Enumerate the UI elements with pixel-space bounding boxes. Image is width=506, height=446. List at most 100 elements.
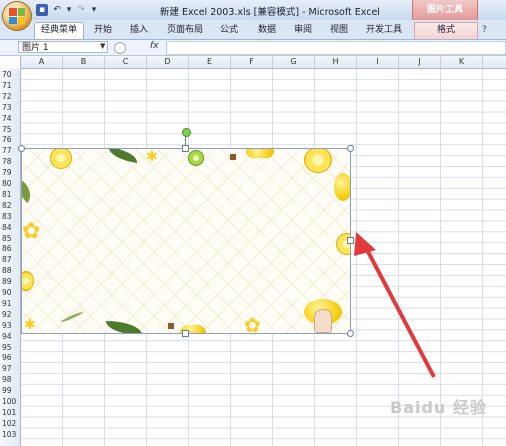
window-title: 新建 Excel 2003.xls [兼容模式] - Microsoft Exc… [160, 7, 380, 18]
tab-page-layout[interactable]: 页面布局 [162, 23, 208, 37]
picture-tools-header: 图片工具 [412, 0, 478, 20]
row-header-99[interactable]: 99 [0, 385, 20, 396]
undo-icon[interactable]: ↶ [51, 4, 63, 16]
row-header-89[interactable]: 89 [0, 276, 20, 287]
row-header-80[interactable]: 80 [0, 178, 20, 189]
lemon-slice-icon [50, 149, 72, 169]
row-header-93[interactable]: 93 [0, 320, 20, 331]
lemon-picture[interactable]: ✱ ✿ ✱ ✿ [21, 148, 351, 334]
insert-function-icon[interactable]: fx [150, 41, 159, 51]
row-header-90[interactable]: 90 [0, 287, 20, 298]
column-header-k[interactable]: K [441, 56, 483, 68]
name-box[interactable]: 图片 1 [18, 41, 108, 53]
row-header-72[interactable]: 72 [0, 91, 20, 102]
name-box-dropdown-icon[interactable]: ▼ [100, 42, 105, 50]
rotate-handle[interactable] [182, 128, 191, 137]
row-header-87[interactable]: 87 [0, 254, 20, 265]
customize-qat-icon[interactable]: ▾ [90, 4, 98, 16]
row-header-78[interactable]: 78 [0, 156, 20, 167]
arrow-head [354, 232, 376, 256]
row-header-94[interactable]: 94 [0, 331, 20, 342]
row-header-73[interactable]: 73 [0, 102, 20, 113]
resize-handle-top-left[interactable] [18, 145, 25, 152]
office-logo-icon [9, 8, 25, 24]
child-figure-icon [314, 309, 332, 333]
row-header-74[interactable]: 74 [0, 113, 20, 124]
row-header-95[interactable]: 95 [0, 342, 20, 353]
column-header-f[interactable]: F [231, 56, 273, 68]
row-header-102[interactable]: 102 [0, 418, 20, 429]
twig-icon [60, 309, 84, 325]
lemon-slice-icon [304, 149, 332, 173]
row-header-79[interactable]: 79 [0, 167, 20, 178]
row-header-101[interactable]: 101 [0, 407, 20, 418]
redo-icon[interactable]: ↷ [75, 4, 87, 16]
title-bar: ▪ ↶ ▾ ↷ ▾ 新建 Excel 2003.xls [兼容模式] - Mic… [0, 0, 506, 21]
tab-classic-menu[interactable]: 经典菜单 [34, 22, 84, 39]
resize-handle-top[interactable] [182, 145, 189, 152]
column-header-c[interactable]: C [105, 56, 147, 68]
tea-icon [168, 323, 174, 329]
resize-handle-bottom[interactable] [182, 330, 189, 337]
tea-icon [230, 154, 236, 160]
column-header-b[interactable]: B [63, 56, 105, 68]
column-header-e[interactable]: E [189, 56, 231, 68]
row-header-100[interactable]: 100 [0, 396, 20, 407]
column-header-i[interactable]: I [357, 56, 399, 68]
row-header-91[interactable]: 91 [0, 298, 20, 309]
row-header-column: 70 71 72 73 74 75 76 77 78 79 80 81 82 83 84 85 86 87 88 89… [0, 69, 21, 446]
formula-expand-icon[interactable] [114, 42, 126, 54]
arrow-shaft [362, 243, 436, 378]
column-header-a[interactable]: A [21, 56, 63, 68]
office-button[interactable] [3, 2, 31, 30]
row-header-76[interactable]: 76 [0, 134, 20, 145]
row-header-103[interactable]: 103 [0, 429, 20, 440]
row-header-96[interactable]: 96 [0, 352, 20, 363]
column-header-h[interactable]: H [315, 56, 357, 68]
save-icon[interactable]: ▪ [36, 4, 48, 16]
tab-formulas[interactable]: 公式 [214, 23, 244, 37]
row-header-97[interactable]: 97 [0, 363, 20, 374]
resize-handle-top-right[interactable] [347, 145, 354, 152]
row-header-82[interactable]: 82 [0, 200, 20, 211]
select-all-corner[interactable] [0, 56, 21, 68]
help-icon[interactable]: ? [482, 25, 487, 35]
column-header-j[interactable]: J [399, 56, 441, 68]
undo-dropdown-icon[interactable]: ▾ [66, 4, 72, 16]
column-header-g[interactable]: G [273, 56, 315, 68]
tab-review[interactable]: 审阅 [288, 23, 318, 37]
row-header-84[interactable]: 84 [0, 222, 20, 233]
row-header-98[interactable]: 98 [0, 374, 20, 385]
tab-developer[interactable]: 开发工具 [362, 23, 406, 37]
watermark: Baidu 经验 [390, 398, 487, 417]
lime-slice-icon [188, 150, 204, 166]
flower-icon: ✱ [146, 149, 158, 165]
ribbon-tab-bar: 经典菜单 开始 插入 页面布局 公式 数据 审阅 视图 开发工具 格式 ? [0, 20, 506, 40]
tab-view[interactable]: 视图 [324, 23, 354, 37]
leaf-icon [22, 180, 37, 204]
tab-insert[interactable]: 插入 [124, 23, 154, 37]
column-header-row: ABCDEFGHIJK [21, 56, 506, 69]
tab-data[interactable]: 数据 [252, 23, 282, 37]
row-header-88[interactable]: 88 [0, 265, 20, 276]
row-header-71[interactable]: 71 [0, 80, 20, 91]
row-header-77[interactable]: 77 [0, 145, 20, 156]
red-arrow-annotation [354, 232, 436, 378]
row-header-83[interactable]: 83 [0, 211, 20, 222]
row-header-92[interactable]: 92 [0, 309, 20, 320]
leaf-icon [106, 321, 142, 333]
tab-home[interactable]: 开始 [88, 23, 118, 37]
row-header-70[interactable]: 70 [0, 69, 20, 80]
formula-input[interactable] [166, 41, 506, 55]
leaf-icon [107, 149, 139, 164]
row-header-81[interactable]: 81 [0, 189, 20, 200]
lemon-slice-icon [22, 271, 34, 291]
lemon-wedge-icon [246, 149, 274, 158]
row-header-75[interactable]: 75 [0, 124, 20, 135]
flower-icon: ✱ [24, 317, 36, 333]
column-header-d[interactable]: D [147, 56, 189, 68]
row-header-86[interactable]: 86 [0, 243, 20, 254]
formula-bar: 图片 1 ▼ fx [0, 40, 506, 56]
tab-format[interactable]: 格式 [414, 22, 478, 39]
row-header-85[interactable]: 85 [0, 233, 20, 244]
